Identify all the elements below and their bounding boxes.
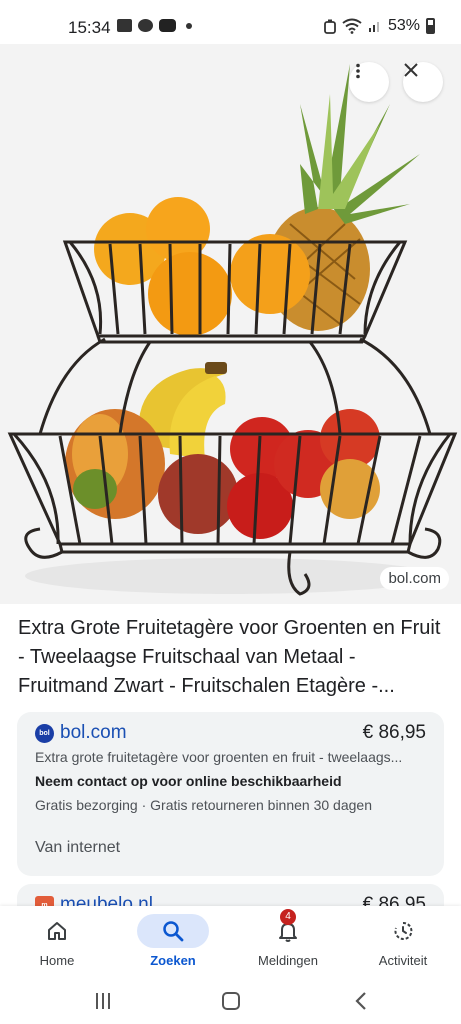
home-icon	[25, 914, 89, 948]
google-lens-product-page: 15:34 53% bol.com Extra Grote Fruitetagè…	[0, 0, 461, 1024]
bottom-navigation: Home Zoeken 4 Meldingen Activiteit	[0, 906, 461, 978]
notification-dot-icon	[186, 22, 192, 29]
status-notification-icons	[117, 19, 192, 32]
store-logo: bol	[35, 723, 54, 743]
status-system-icons: 53%	[324, 17, 435, 35]
search-icon	[137, 914, 209, 948]
activity-icon	[371, 914, 435, 948]
battery-icon	[426, 18, 435, 34]
recent-apps-icon	[96, 993, 110, 1009]
calendar-icon	[117, 19, 132, 32]
back-button[interactable]	[346, 986, 376, 1016]
battery-percent: 53%	[387, 17, 420, 34]
more-vert-icon	[356, 63, 360, 79]
recent-apps-button[interactable]	[88, 986, 118, 1016]
back-chevron-icon	[355, 992, 366, 1010]
offer-source: Van internet	[35, 839, 121, 856]
wifi-icon	[342, 18, 362, 34]
nav-label: Meldingen	[258, 953, 318, 968]
product-image[interactable]: bol.com	[0, 44, 461, 604]
nav-search[interactable]: Zoeken	[127, 906, 219, 978]
nav-label: Activiteit	[378, 953, 428, 968]
home-square-icon	[222, 992, 240, 1010]
offer-availability: Neem contact op voor online beschikbaarh…	[35, 773, 342, 789]
close-icon	[404, 63, 418, 77]
alarm-icon	[324, 19, 336, 34]
nav-label: Home	[39, 953, 75, 968]
nav-activity[interactable]: Activiteit	[357, 906, 449, 978]
fruit-basket-illustration	[7, 64, 458, 596]
offer-header: bol bol.com € 86,95	[35, 722, 426, 744]
offer-shipping: Gratis bezorging · Gratis retourneren bi…	[35, 797, 372, 813]
product-title: Extra Grote Fruitetagère voor Groenten e…	[18, 617, 441, 697]
offer-card[interactable]: bol bol.com € 86,95 Extra grote fruiteta…	[17, 712, 444, 876]
system-navigation-bar	[0, 978, 461, 1024]
store-name[interactable]: bol.com	[60, 722, 363, 744]
offer-price: € 86,95	[362, 722, 426, 743]
nav-notifications[interactable]: 4 Meldingen	[242, 906, 334, 978]
close-button[interactable]	[403, 62, 443, 102]
nav-label: Zoeken	[150, 953, 196, 968]
image-source-chip[interactable]: bol.com	[380, 567, 449, 590]
offer-description: Extra grote fruitetagère voor groenten e…	[35, 749, 403, 765]
app-icon	[138, 19, 153, 32]
status-time: 15:34	[68, 18, 111, 37]
notification-badge: 4	[280, 909, 296, 925]
signal-icon	[368, 22, 379, 32]
youtube-icon	[159, 19, 176, 32]
home-system-button[interactable]	[216, 986, 246, 1016]
more-options-button[interactable]	[349, 62, 389, 102]
nav-home[interactable]: Home	[11, 906, 103, 978]
status-bar: 15:34 53%	[0, 0, 461, 44]
